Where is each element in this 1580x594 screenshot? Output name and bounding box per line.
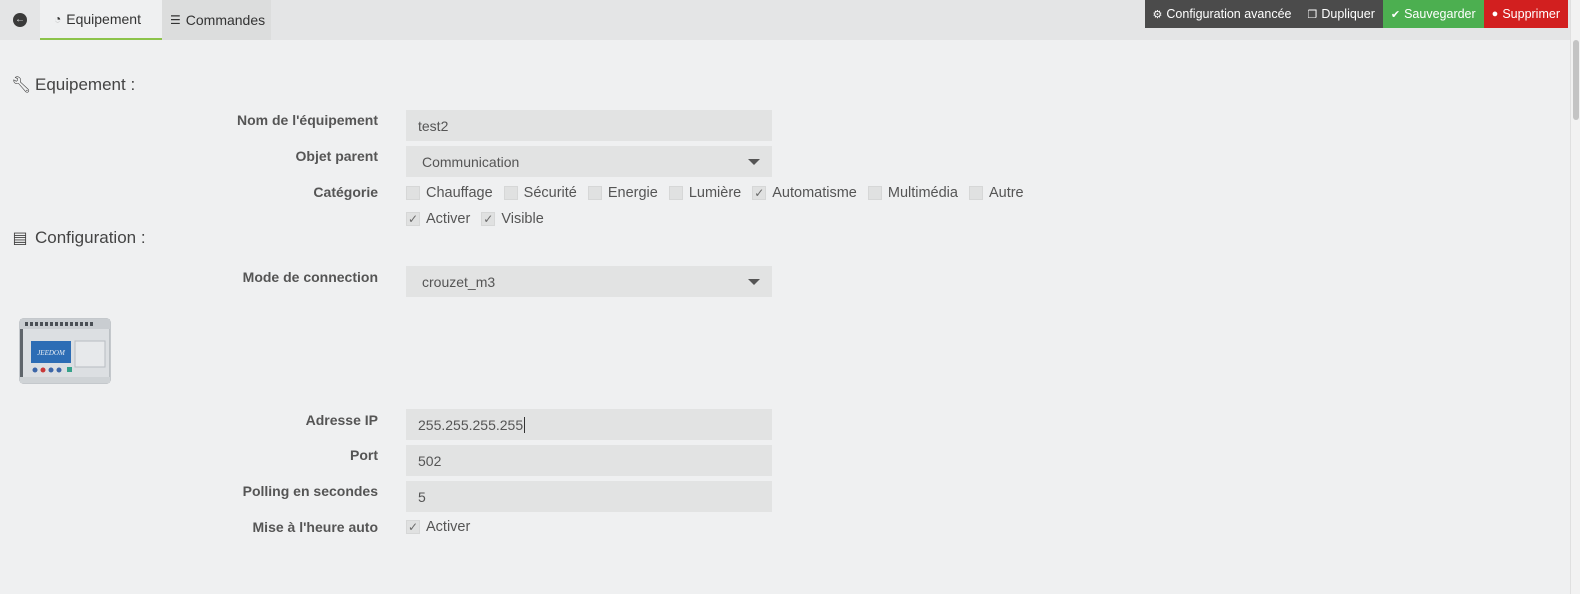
save-button[interactable]: ✔ Sauvegarder xyxy=(1382,0,1484,28)
configuration-section-title: Configuration : xyxy=(35,228,146,247)
category-automatisme[interactable]: ✓ Automatisme xyxy=(752,185,857,201)
category-securite[interactable]: Sécurité xyxy=(503,185,577,201)
category-checkboxes: Chauffage Sécurité Energie Lumière ✓ Aut… xyxy=(406,185,1035,201)
checkbox-checked[interactable]: ✓ xyxy=(481,212,496,226)
polling-label: Polling en secondes xyxy=(242,483,378,499)
name-label: Nom de l'équipement xyxy=(236,112,378,128)
configuration-section-header: ▤ Configuration : xyxy=(11,228,146,248)
list-icon: ☰ xyxy=(170,13,181,27)
copy-icon: ❐ xyxy=(1307,8,1318,21)
text-cursor xyxy=(524,416,526,433)
visible-checkbox[interactable]: ✓ Visible xyxy=(481,211,544,227)
polling-input[interactable]: 5 xyxy=(406,481,772,512)
equipment-section-title: Equipement : xyxy=(35,75,136,94)
parent-label: Objet parent xyxy=(295,148,378,164)
delete-label: Supprimer xyxy=(1502,7,1560,21)
checkbox-checked[interactable]: ✓ xyxy=(752,186,767,200)
category-label-text: Lumière xyxy=(688,185,742,201)
ip-label: Adresse IP xyxy=(305,412,378,428)
port-input[interactable]: 502 xyxy=(406,445,772,476)
arrow-left-icon: ← xyxy=(13,13,27,27)
duplicate-button[interactable]: ❐ Dupliquer xyxy=(1299,0,1383,28)
port-value: 502 xyxy=(418,452,442,469)
tab-commandes-label: Commandes xyxy=(185,12,266,28)
port-label: Port xyxy=(350,447,378,463)
wrench-icon: 🔧︎ xyxy=(11,77,32,94)
list-alt-icon: ▤ xyxy=(12,230,28,247)
delete-button[interactable]: ● Supprimer xyxy=(1483,0,1568,28)
ip-value: 255.255.255.255 xyxy=(418,416,524,433)
category-autre[interactable]: Autre xyxy=(968,185,1024,201)
parent-select[interactable]: Communication xyxy=(406,146,772,177)
mode-select[interactable]: crouzet_m3 xyxy=(406,266,772,297)
category-label-text: Sécurité xyxy=(523,185,577,201)
checkbox[interactable] xyxy=(406,186,420,200)
cogs-icon: ⚙ xyxy=(1152,8,1163,21)
top-bar: ← ◔ Equipement ☰ Commandes ⚙ Configurati… xyxy=(0,0,1580,40)
tab-equipement[interactable]: ◔ Equipement xyxy=(40,0,162,40)
device-screen-text: JEEDOM xyxy=(37,349,66,357)
name-value: test2 xyxy=(418,117,449,134)
caret-down-icon xyxy=(748,158,760,165)
check-circle-icon: ✔ xyxy=(1390,8,1401,21)
advanced-config-button[interactable]: ⚙ Configuration avancée xyxy=(1144,0,1300,28)
category-chauffage[interactable]: Chauffage xyxy=(406,185,493,201)
category-label-text: Autre xyxy=(988,185,1024,201)
status-checkboxes: ✓ Activer ✓ Visible xyxy=(406,211,555,227)
category-multimedia[interactable]: Multimédia xyxy=(867,185,958,201)
back-button[interactable]: ← xyxy=(0,0,40,40)
activate-checkbox[interactable]: ✓ Activer xyxy=(406,211,470,227)
category-label-text: Multimédia xyxy=(887,185,958,201)
scrollbar[interactable] xyxy=(1570,0,1580,594)
action-buttons: ⚙ Configuration avancée ❐ Dupliquer ✔ Sa… xyxy=(1144,0,1568,28)
checkbox[interactable] xyxy=(867,186,882,200)
caret-down-icon xyxy=(748,278,760,285)
polling-value: 5 xyxy=(418,488,426,505)
category-lumiere[interactable]: Lumière xyxy=(668,185,742,201)
minus-circle-icon: ● xyxy=(1491,8,1499,20)
mode-label: Mode de connection xyxy=(242,269,378,285)
dashboard-icon: ◔ xyxy=(54,12,62,26)
category-label: Catégorie xyxy=(313,184,378,200)
autotime-label: Mise à l'heure auto xyxy=(252,519,378,535)
scrollbar-thumb[interactable] xyxy=(1573,40,1579,120)
tab-equipement-label: Equipement xyxy=(66,11,141,27)
category-label-text: Automatisme xyxy=(772,185,857,201)
autotime-check-label: Activer xyxy=(426,519,471,535)
device-image: JEEDOM xyxy=(19,318,111,384)
category-label-text: Chauffage xyxy=(426,185,493,201)
checkbox[interactable] xyxy=(668,186,683,200)
checkbox-checked[interactable]: ✓ xyxy=(406,212,420,226)
parent-value: Communication xyxy=(422,153,520,170)
name-input[interactable]: test2 xyxy=(406,110,772,141)
tab-commandes[interactable]: ☰ Commandes xyxy=(162,0,271,40)
category-energie[interactable]: Energie xyxy=(587,185,658,201)
advanced-config-label: Configuration avancée xyxy=(1166,7,1292,21)
visible-label: Visible xyxy=(501,211,544,227)
autotime-checkbox[interactable]: ✓ Activer xyxy=(406,519,470,535)
autotime-row: ✓ Activer xyxy=(406,519,481,535)
duplicate-label: Dupliquer xyxy=(1321,7,1375,21)
checkbox-checked[interactable]: ✓ xyxy=(406,520,420,534)
activate-label: Activer xyxy=(426,211,471,227)
category-label-text: Energie xyxy=(607,185,658,201)
save-label: Sauvegarder xyxy=(1404,7,1476,21)
checkbox[interactable] xyxy=(968,186,983,200)
checkbox[interactable] xyxy=(503,186,518,200)
equipment-section-header: 🔧︎ Equipement : xyxy=(11,75,135,95)
mode-value: crouzet_m3 xyxy=(422,273,496,290)
checkbox[interactable] xyxy=(587,186,602,200)
ip-input[interactable]: 255.255.255.255 xyxy=(406,409,772,440)
